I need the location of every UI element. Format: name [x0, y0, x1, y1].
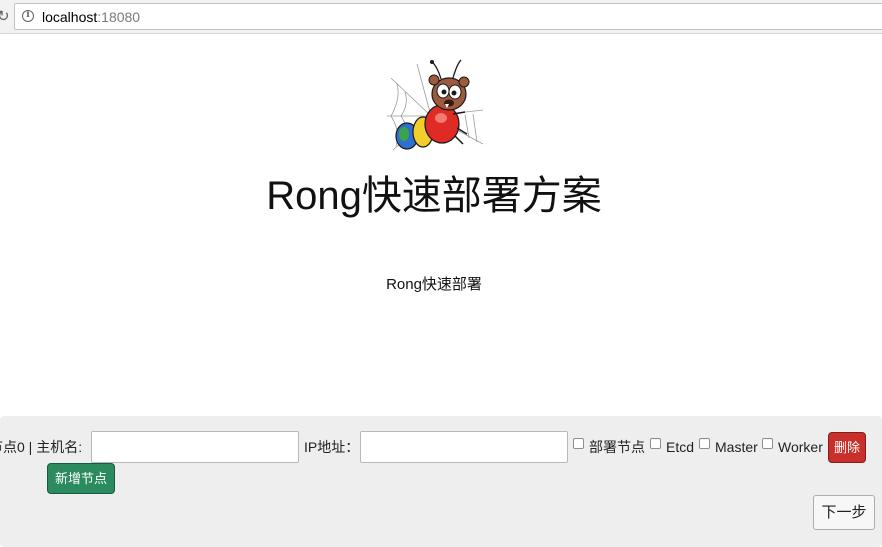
- url-text[interactable]: localhost:18080: [42, 8, 140, 26]
- add-node-button[interactable]: 新增节点: [47, 463, 115, 494]
- info-icon[interactable]: i: [22, 10, 34, 22]
- deploy-node-checkbox[interactable]: [573, 438, 584, 449]
- etcd-label: Etcd: [666, 439, 695, 455]
- page-subtitle: Rong快速部署: [386, 276, 482, 293]
- delete-node-button[interactable]: 删除: [828, 432, 866, 463]
- worker-label: Worker: [778, 439, 823, 455]
- address-bar[interactable]: i localhost:18080: [14, 3, 882, 30]
- browser-toolbar: ↻ i localhost:18080: [0, 0, 882, 34]
- next-step-button[interactable]: 下一步: [813, 495, 875, 530]
- ip-label: IP地址：: [304, 439, 360, 455]
- hostname-input[interactable]: [91, 431, 299, 463]
- url-host: localhost: [42, 9, 98, 25]
- url-port: :18080: [97, 9, 141, 25]
- page-title: Rong快速部署方案: [266, 174, 602, 218]
- master-checkbox[interactable]: [699, 438, 710, 449]
- deploy-node-label: 部署节点: [589, 439, 645, 455]
- master-label: Master: [715, 439, 758, 455]
- worker-checkbox[interactable]: [762, 438, 773, 449]
- ip-input[interactable]: [360, 431, 568, 463]
- etcd-checkbox[interactable]: [650, 438, 661, 449]
- bug-mascot-logo: [387, 58, 485, 156]
- reload-icon[interactable]: ↻: [0, 6, 10, 26]
- node-hostname-label: 节点0 | 主机名:: [0, 439, 83, 455]
- node-form-panel: 节点0 | 主机名: IP地址： 部署节点 Etcd Master Worker…: [0, 416, 882, 547]
